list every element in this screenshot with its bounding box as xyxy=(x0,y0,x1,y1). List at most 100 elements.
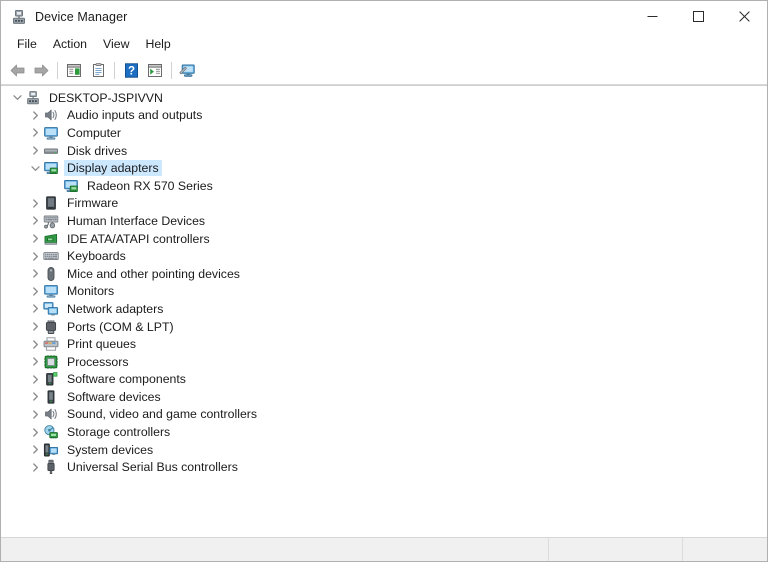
chevron-right-icon[interactable] xyxy=(27,107,43,123)
svg-text:?: ? xyxy=(127,66,134,78)
tree-node-label: Monitors xyxy=(67,284,115,299)
disk-drive-icon xyxy=(43,143,59,159)
tree-node-software-devices[interactable]: Software devices xyxy=(1,388,767,406)
tree-node-label: Storage controllers xyxy=(67,425,171,440)
tree-node-label: Mice and other pointing devices xyxy=(67,266,240,281)
storage-controller-icon xyxy=(43,424,59,440)
tree-node-monitors[interactable]: Monitors xyxy=(1,283,767,301)
tree-node-system-devices[interactable]: System devices xyxy=(1,441,767,459)
tree-node-label: Human Interface Devices xyxy=(67,213,206,228)
forward-arrow-icon[interactable] xyxy=(29,59,53,82)
usb-icon xyxy=(43,459,59,475)
close-button[interactable] xyxy=(721,1,767,32)
firmware-icon xyxy=(43,195,59,211)
tree-node-sound-video-and-game-controllers[interactable]: Sound, video and game controllers xyxy=(1,406,767,424)
back-arrow-icon[interactable] xyxy=(5,59,29,82)
tree-node-print-queues[interactable]: Print queues xyxy=(1,335,767,353)
properties-icon[interactable] xyxy=(86,59,110,82)
tree-node-root[interactable]: DESKTOP-JSPIVVN xyxy=(1,89,767,107)
chevron-right-icon[interactable] xyxy=(27,459,43,475)
tree-node-computer[interactable]: Computer xyxy=(1,124,767,142)
tree-node-human-interface-devices[interactable]: Human Interface Devices xyxy=(1,212,767,230)
chevron-right-icon[interactable] xyxy=(27,442,43,458)
tree-node-display-adapters[interactable]: Display adapters xyxy=(1,159,767,177)
tree-node-storage-controllers[interactable]: Storage controllers xyxy=(1,423,767,441)
tree-node-label: Print queues xyxy=(67,337,137,352)
tree-node-disk-drives[interactable]: Disk drives xyxy=(1,142,767,160)
tree-node-label: Keyboards xyxy=(67,249,126,264)
mouse-icon xyxy=(43,266,59,282)
menu-help[interactable]: Help xyxy=(137,34,178,55)
title-bar[interactable]: Device Manager xyxy=(1,1,767,32)
device-manager-icon xyxy=(11,9,27,25)
menu-action[interactable]: Action xyxy=(45,34,95,55)
chevron-right-icon[interactable] xyxy=(27,266,43,282)
chevron-right-icon[interactable] xyxy=(27,125,43,141)
tree-node-label: Ports (COM & LPT) xyxy=(67,319,174,334)
software-device-icon xyxy=(43,389,59,405)
chevron-right-icon[interactable] xyxy=(27,231,43,247)
tree-node-mice-and-other-pointing-devices[interactable]: Mice and other pointing devices xyxy=(1,265,767,283)
tree-node-label: Processors xyxy=(67,354,129,369)
chevron-right-icon[interactable] xyxy=(27,424,43,440)
port-icon xyxy=(43,319,59,335)
chevron-down-icon[interactable] xyxy=(9,90,25,106)
status-pane-primary xyxy=(1,538,549,561)
tree-node-ports-com-and-lpt[interactable]: Ports (COM & LPT) xyxy=(1,318,767,336)
ide-controller-icon xyxy=(43,231,59,247)
system-device-icon xyxy=(43,442,59,458)
maximize-button[interactable] xyxy=(675,1,721,32)
window-title: Device Manager xyxy=(35,9,128,24)
chevron-right-icon[interactable] xyxy=(27,248,43,264)
chevron-right-icon[interactable] xyxy=(27,354,43,370)
tree-node-label: Computer xyxy=(67,125,121,140)
chevron-right-icon[interactable] xyxy=(27,283,43,299)
tree-node-audio-inputs-and-outputs[interactable]: Audio inputs and outputs xyxy=(1,107,767,125)
tree-node-network-adapters[interactable]: Network adapters xyxy=(1,300,767,318)
tree-node-processors[interactable]: Processors xyxy=(1,353,767,371)
chevron-right-icon[interactable] xyxy=(27,143,43,159)
tree-node-label: Universal Serial Bus controllers xyxy=(67,460,238,475)
minimize-button[interactable] xyxy=(629,1,675,32)
chevron-right-icon[interactable] xyxy=(27,371,43,387)
show-hide-console-tree-icon[interactable] xyxy=(62,59,86,82)
chevron-right-icon[interactable] xyxy=(27,213,43,229)
chevron-right-icon[interactable] xyxy=(27,195,43,211)
tree-node-label: Software devices xyxy=(67,389,161,404)
help-icon[interactable]: ? xyxy=(119,59,143,82)
tree-node-label: Audio inputs and outputs xyxy=(67,108,203,123)
tree-node-universal-serial-bus-controllers[interactable]: Universal Serial Bus controllers xyxy=(1,458,767,476)
toolbar-separator-3 xyxy=(171,62,172,79)
chevron-right-icon[interactable] xyxy=(27,336,43,352)
device-manager-window: Device Manager File Action View Help ? D… xyxy=(0,0,768,562)
update-driver-icon[interactable] xyxy=(176,59,200,82)
menu-file[interactable]: File xyxy=(9,34,45,55)
tree-node-keyboards[interactable]: Keyboards xyxy=(1,247,767,265)
tree-node-firmware[interactable]: Firmware xyxy=(1,195,767,213)
monitor-icon xyxy=(43,125,59,141)
scan-for-hardware-changes-icon[interactable] xyxy=(143,59,167,82)
status-bar xyxy=(1,537,767,561)
speaker-icon xyxy=(43,406,59,422)
chevron-right-icon[interactable] xyxy=(27,406,43,422)
chevron-right-icon[interactable] xyxy=(27,301,43,317)
tree-node-ide-ata-atapi-controllers[interactable]: IDE ATA/ATAPI controllers xyxy=(1,230,767,248)
computer-node-icon xyxy=(25,90,41,106)
chevron-right-icon[interactable] xyxy=(27,319,43,335)
display-adapter-icon xyxy=(63,178,79,194)
menu-view[interactable]: View xyxy=(95,34,137,55)
device-tree-panel[interactable]: DESKTOP-JSPIVVN Audio inputs and outputs xyxy=(1,85,767,537)
display-adapter-icon xyxy=(43,160,59,176)
device-tree: DESKTOP-JSPIVVN Audio inputs and outputs xyxy=(1,86,767,476)
chevron-right-icon[interactable] xyxy=(27,389,43,405)
chevron-down-icon[interactable] xyxy=(27,160,43,176)
toolbar: ? xyxy=(1,57,767,85)
status-pane-tertiary xyxy=(683,538,767,561)
tree-node-software-components[interactable]: Software components xyxy=(1,371,767,389)
tree-node-label: DESKTOP-JSPIVVN xyxy=(49,90,163,105)
speaker-icon xyxy=(43,107,59,123)
keyboard-icon xyxy=(43,248,59,264)
window-controls xyxy=(629,1,767,32)
tree-node-radeon-rx-570-series[interactable]: Radeon RX 570 Series xyxy=(1,177,767,195)
toolbar-separator-1 xyxy=(57,62,58,79)
